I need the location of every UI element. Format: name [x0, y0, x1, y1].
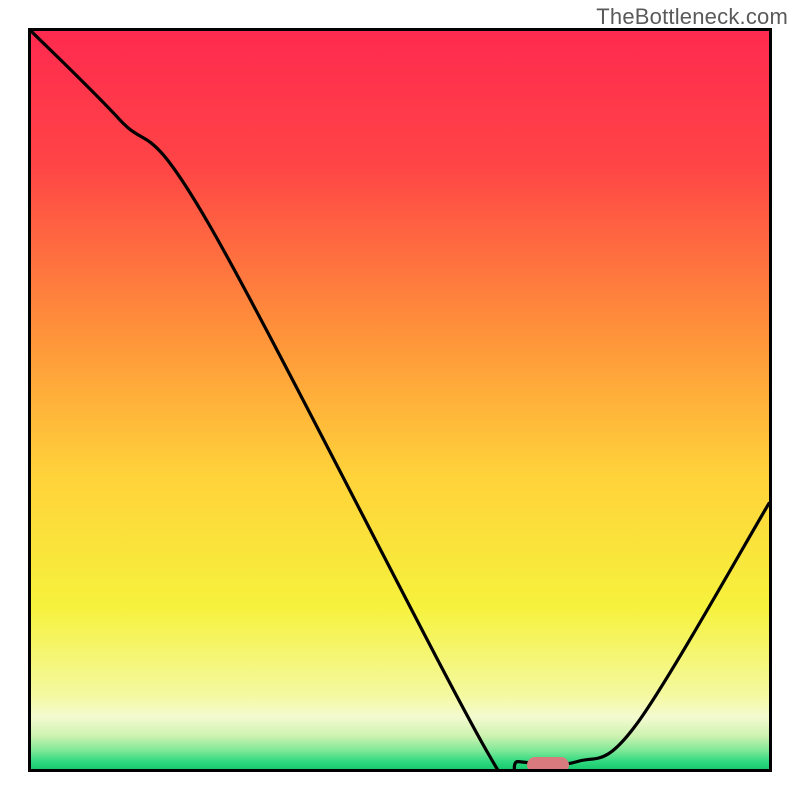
plot-frame: [28, 28, 772, 772]
optimal-marker: [527, 757, 569, 772]
watermark-text: TheBottleneck.com: [596, 4, 788, 30]
bottleneck-curve: [31, 31, 769, 769]
curve-layer: [31, 31, 769, 769]
chart-container: TheBottleneck.com: [0, 0, 800, 800]
